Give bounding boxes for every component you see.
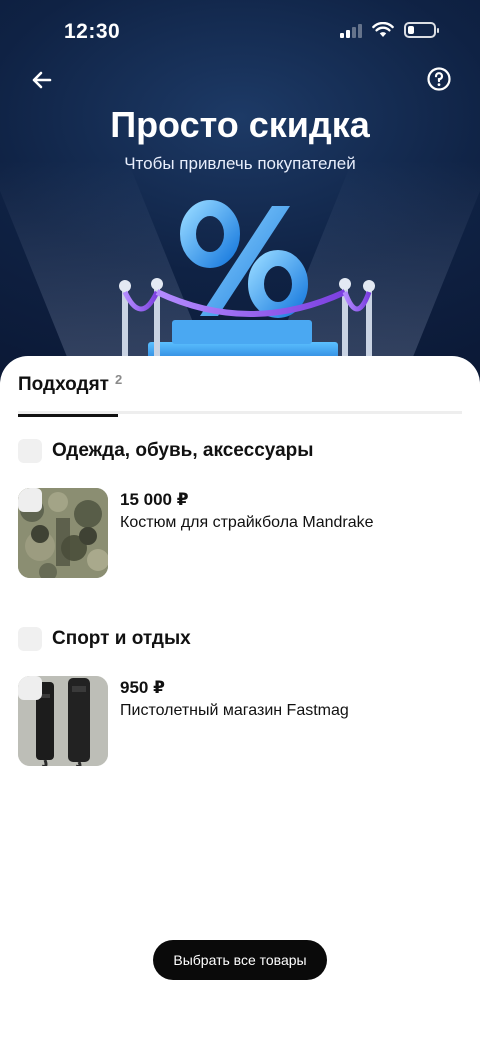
product-checkbox[interactable] — [18, 676, 42, 700]
category-clothing-checkbox[interactable] — [18, 439, 42, 463]
category-clothing-label: Одежда, обувь, аксессуары — [52, 440, 314, 461]
category-clothing: Одежда, обувь, аксессуары — [18, 436, 313, 466]
cellular-signal-icon — [340, 22, 362, 38]
tab-suitable-count: 2 — [114, 372, 123, 387]
content-sheet: Подходят 2 Одежда, обувь, аксессуары 15 … — [0, 356, 480, 1041]
help-icon[interactable] — [426, 66, 452, 92]
category-sport-label: Спорт и отдых — [52, 628, 191, 649]
page-subtitle: Чтобы привлечь покупателей — [124, 154, 356, 173]
tab-suitable[interactable]: Подходят 2 — [18, 372, 122, 417]
product-price: 950 ₽ — [120, 678, 165, 697]
percent-podium-illustration — [119, 200, 375, 366]
battery-icon — [404, 22, 439, 38]
product-item[interactable]: 15 000 ₽ Костюм для страйкбола Mandrake — [18, 488, 462, 578]
back-arrow-icon[interactable] — [26, 64, 58, 96]
product-name: Пистолетный магазин Fastmag — [120, 702, 349, 719]
wifi-icon — [372, 22, 394, 37]
product-image — [18, 488, 108, 578]
product-image — [18, 676, 108, 766]
tab-active-indicator — [18, 414, 118, 417]
tab-bar: Подходят 2 — [18, 372, 462, 417]
product-name: Костюм для страйкбола Mandrake — [120, 514, 374, 531]
status-time: 12:30 — [64, 20, 121, 43]
page-title: Просто скидка — [110, 104, 370, 145]
category-sport-checkbox[interactable] — [18, 627, 42, 651]
status-bar: 12:30 — [0, 0, 480, 64]
status-icons — [340, 22, 439, 38]
product-checkbox[interactable] — [18, 488, 42, 512]
product-item[interactable]: 950 ₽ Пистолетный магазин Fastmag — [18, 676, 462, 766]
category-sport: Спорт и отдых — [18, 624, 191, 654]
select-all-button[interactable]: Выбрать все товары — [153, 940, 327, 980]
product-price: 15 000 ₽ — [120, 490, 189, 509]
hero-banner: 12:30 Просто скидка Чтобы привлечь покуп… — [0, 0, 480, 390]
tab-suitable-label: Подходят — [18, 374, 109, 395]
